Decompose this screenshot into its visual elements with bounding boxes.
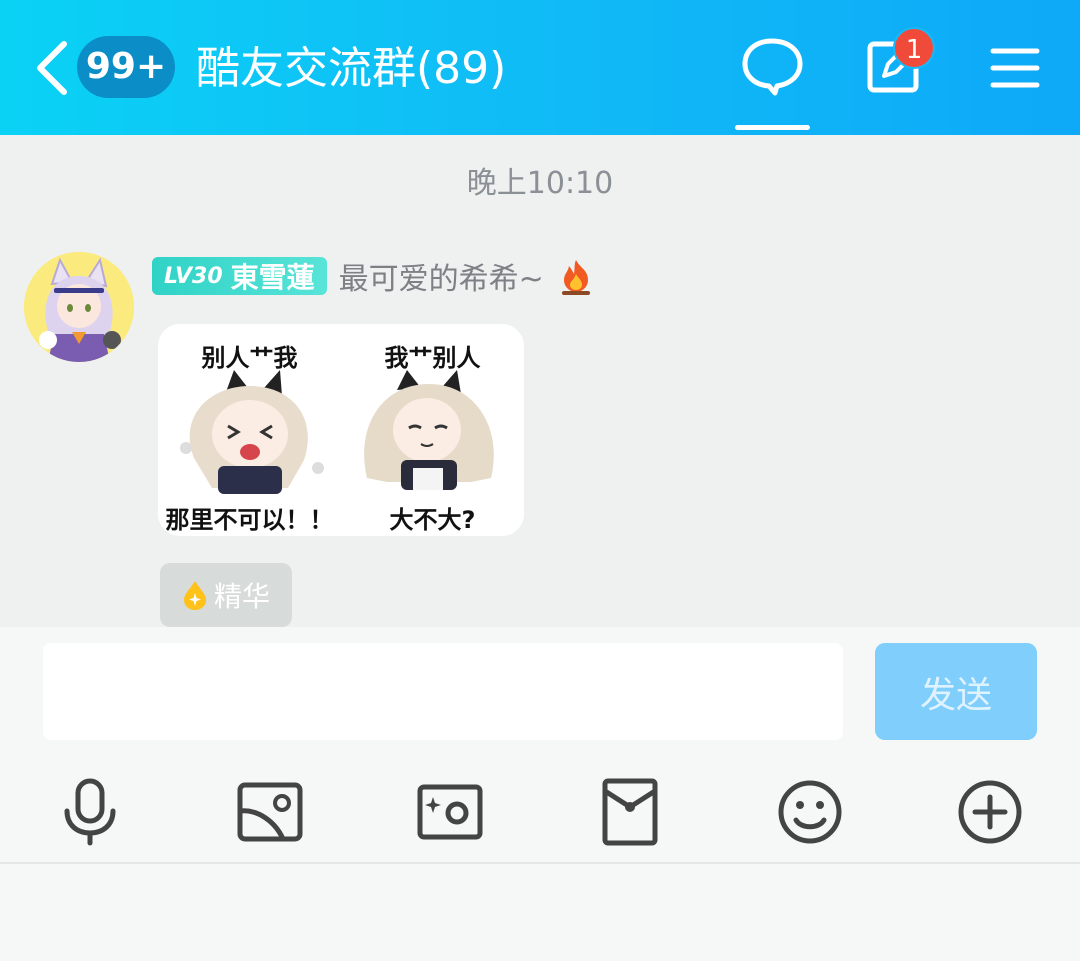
emoji-icon[interactable] [775,777,845,847]
image-icon[interactable] [235,777,305,847]
essence-tag[interactable]: 精华 [160,563,292,627]
essence-label: 精华 [213,580,270,613]
group-title[interactable]: 酷友交流群(89) [196,36,506,102]
sender-nickname: 東雪蓮 [230,261,315,294]
back-arrow-icon[interactable] [30,38,74,98]
chat-header: 99+ 酷友交流群(89) 1 [0,0,1080,135]
member-title: 最可爱的希希~ [338,262,544,297]
input-bar: 发送 [0,627,1080,961]
plus-icon[interactable] [955,777,1025,847]
sticker-caption: 那里不可以！！ [165,506,334,534]
tab-chat[interactable] [735,35,810,130]
crying-chibi-icon [180,370,324,494]
level-label: LV30 [164,263,223,289]
message-input[interactable] [43,643,843,740]
anime-girl-avatar-icon [24,252,134,362]
red-packet-icon[interactable] [595,777,665,847]
sticker-caption: 大不大? [389,506,476,534]
avatar[interactable] [24,252,134,362]
unread-count-badge[interactable]: 99+ [77,36,175,98]
chat-bubble-icon [742,38,803,96]
message-timestamp: 晚上10:10 [466,166,614,201]
smug-chibi-icon [364,370,494,490]
sticker-left-panel: 别人艹我 那里不可以！！ [158,324,341,536]
essence-drop-icon [183,581,206,610]
sticker-image[interactable]: 别人艹我 那里不可以！！ 我艹别人 大不大? [158,324,524,536]
toolbar-divider [0,862,1080,864]
fire-icon [561,260,590,295]
sender-info: LV30 東雪蓮 最可爱的希希~ [152,256,596,297]
notification-badge: 1 [893,27,935,69]
menu-icon[interactable] [990,45,1040,91]
send-button[interactable]: 发送 [875,643,1037,740]
microphone-icon[interactable] [55,777,125,847]
sticker-right-panel: 我艹别人 大不大? [341,324,524,536]
level-tag[interactable]: LV30 東雪蓮 [152,257,327,295]
camera-icon[interactable] [415,777,485,847]
tab-active-indicator [735,125,810,130]
